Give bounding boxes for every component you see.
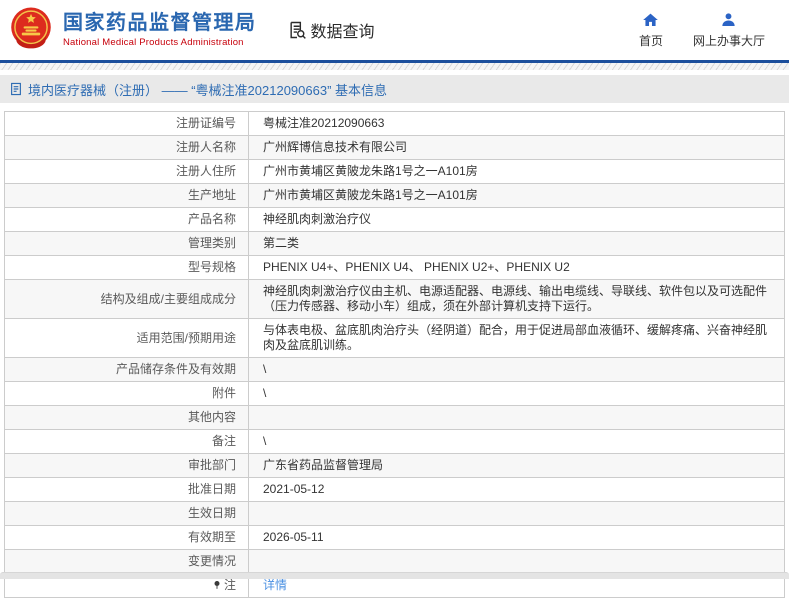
row-label: 结构及组成/主要组成成分 — [4, 279, 249, 319]
row-label: 有效期至 — [4, 525, 249, 550]
table-row: 批准日期 2021-05-12 — [4, 477, 785, 502]
nav-service-hall-label: 网上办事大厅 — [692, 33, 765, 48]
table-row: 审批部门 广东省药品监督管理局 — [4, 453, 785, 478]
table-row: 结构及组成/主要组成成分 神经肌肉刺激治疗仪由主机、电源适配器、电源线、输出电缆线… — [4, 279, 785, 319]
row-value — [248, 549, 785, 574]
nav-home-label: 首页 — [638, 33, 663, 48]
agency-subtitle: National Medical Products Administration — [63, 37, 244, 48]
row-value: 神经肌肉刺激治疗仪由主机、电源适配器、电源线、输出电缆线、导联线、软件包以及可选… — [248, 279, 785, 319]
row-label: 型号规格 — [4, 255, 249, 280]
table-row: 产品储存条件及有效期 \ — [4, 357, 785, 382]
table-row: 备注 \ — [4, 429, 785, 454]
agency-title: 国家药品监督管理局 — [63, 12, 257, 34]
row-value: 广州辉博信息技术有限公司 — [248, 135, 785, 160]
row-label: 生产地址 — [4, 183, 249, 208]
row-value: \ — [248, 357, 785, 382]
table-row: 注册人住所 广州市黄埔区黄陂龙朱路1号之一A101房 — [4, 159, 785, 184]
registration-info-table: 注册证编号 粤械注准20212090663 注册人名称 广州辉博信息技术有限公司 注册人… — [4, 111, 785, 598]
row-label: 适用范围/预期用途 — [4, 318, 249, 358]
header-nav: 首页 网上办事大厅 — [639, 12, 765, 49]
row-value: 广州市黄埔区黄陂龙朱路1号之一A101房 — [248, 183, 785, 208]
breadcrumb-text: 境内医疗器械（注册） —— “粤械注准20212090663” 基本信息 — [28, 82, 388, 98]
table-row: 其他内容 — [4, 405, 785, 430]
row-value: 第二类 — [248, 231, 785, 256]
breadcrumb: 境内医疗器械（注册） —— “粤械注准20212090663” 基本信息 — [0, 75, 789, 103]
detail-link[interactable]: 详情 — [263, 578, 287, 592]
row-label: 产品储存条件及有效期 — [4, 357, 249, 382]
user-icon — [722, 12, 736, 26]
row-label: 注册人名称 — [4, 135, 249, 160]
row-label: 生效日期 — [4, 501, 249, 526]
table-row: 生产地址 广州市黄埔区黄陂龙朱路1号之一A101房 — [4, 183, 785, 208]
home-icon — [643, 13, 659, 26]
row-label: 附件 — [4, 381, 249, 406]
nav-home[interactable]: 首页 — [639, 12, 663, 49]
nav-data-query[interactable]: 数据查询 — [287, 18, 375, 42]
site-header: 国家药品监督管理局 National Medical Products Admi… — [0, 0, 789, 60]
row-label: 备注 — [4, 429, 249, 454]
table-row: 注册人名称 广州辉博信息技术有限公司 — [4, 135, 785, 160]
brand-text: 国家药品监督管理局 National Medical Products Admi… — [63, 12, 257, 48]
row-value: 广州市黄埔区黄陂龙朱路1号之一A101房 — [248, 159, 785, 184]
table-row: 注册证编号 粤械注准20212090663 — [4, 111, 785, 136]
pin-icon — [214, 581, 220, 589]
registration-info: 注册证编号 粤械注准20212090663 注册人名称 广州辉博信息技术有限公司 注册人… — [4, 111, 785, 598]
table-row: 产品名称 神经肌肉刺激治疗仪 — [4, 207, 785, 232]
row-value: PHENIX U4+、PHENIX U4、 PHENIX U2+、PHENIX … — [248, 255, 785, 280]
row-value: \ — [248, 429, 785, 454]
row-label: 其他内容 — [4, 405, 249, 430]
row-value: 粤械注准20212090663 — [248, 111, 785, 136]
row-label: 管理类别 — [4, 231, 249, 256]
table-row: 管理类别 第二类 — [4, 231, 785, 256]
table-row: 型号规格 PHENIX U4+、PHENIX U4、 PHENIX U2+、PHE… — [4, 255, 785, 280]
row-label: 注册证编号 — [4, 111, 249, 136]
table-row: 有效期至 2026-05-11 — [4, 525, 785, 550]
row-value: 2021-05-12 — [248, 477, 785, 502]
row-label: 批准日期 — [4, 477, 249, 502]
row-label: 注册人住所 — [4, 159, 249, 184]
nav-service-hall[interactable]: 网上办事大厅 — [693, 12, 765, 49]
row-label: 审批部门 — [4, 453, 249, 478]
row-value: 广东省药品监督管理局 — [248, 453, 785, 478]
row-value: 与体表电极、盆底肌肉治疗头（经阴道）配合，用于促进局部血液循环、缓解疼痛、兴奋神… — [248, 318, 785, 358]
row-label: 变更情况 — [4, 549, 249, 574]
row-value: 2026-05-11 — [248, 525, 785, 550]
national-emblem-icon — [11, 7, 51, 49]
row-value: \ — [248, 381, 785, 406]
table-row: 生效日期 — [4, 501, 785, 526]
row-value — [248, 501, 785, 526]
table-row: 适用范围/预期用途 与体表电极、盆底肌肉治疗头（经阴道）配合，用于促进局部血液循环… — [4, 318, 785, 358]
row-value: 神经肌肉刺激治疗仪 — [248, 207, 785, 232]
hatch-band — [0, 63, 789, 70]
table-row: 附件 \ — [4, 381, 785, 406]
row-value — [248, 405, 785, 430]
document-search-icon — [289, 21, 306, 39]
data-query-label: 数据查询 — [310, 24, 375, 41]
row-label: 产品名称 — [4, 207, 249, 232]
document-icon — [11, 82, 21, 96]
agency-logo[interactable]: 国家药品监督管理局 National Medical Products Admi… — [8, 5, 257, 55]
info-table-body: 注册证编号 粤械注准20212090663 注册人名称 广州辉博信息技术有限公司 注册人… — [4, 111, 785, 598]
footer-band — [0, 572, 789, 579]
table-row: 变更情况 — [4, 549, 785, 574]
